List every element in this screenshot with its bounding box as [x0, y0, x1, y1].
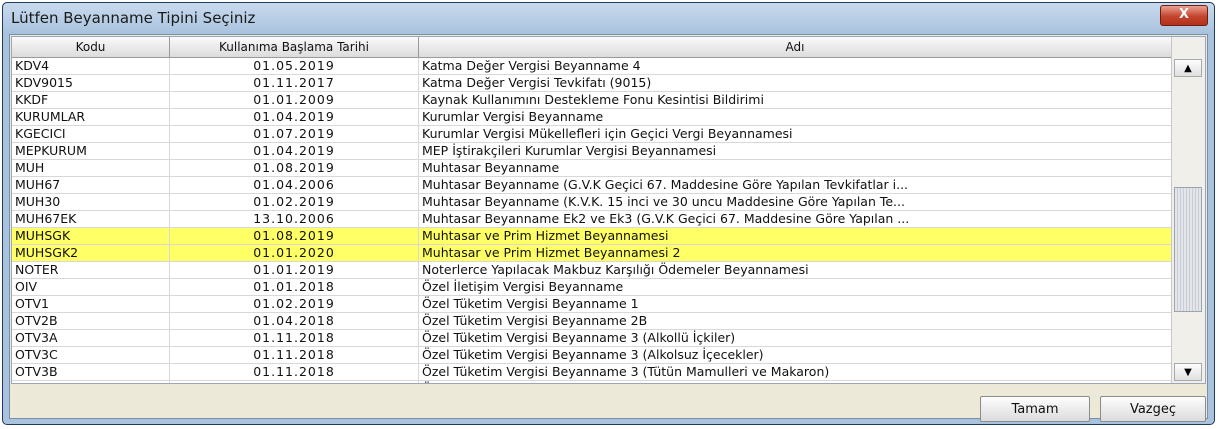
cell-start-date: 01.11.2018 [170, 330, 419, 346]
table-header: Kodu Kullanıma Başlama Tarihi Adı [12, 37, 1172, 58]
cell-code: OTV3A [12, 330, 170, 346]
cell-start-date: 01.08.2019 [170, 228, 419, 244]
scroll-down-arrow-icon[interactable]: ▼ [1174, 363, 1202, 381]
cell-code: KGECICI [12, 126, 170, 142]
cell-start-date: 01.04.2019 [170, 143, 419, 159]
table-row[interactable]: MUH67EK 13.10.2006 Muhtasar Beyanname Ek2 … [12, 211, 1172, 228]
cell-start-date: 01.11.2017 [170, 75, 419, 91]
cell-name: Kaynak Kullanımını Destekleme Fonu Kesin… [419, 92, 1172, 108]
table-row[interactable]: NOTER 01.01.2019 Noterlerce Yapılacak Makb… [12, 262, 1172, 279]
dialog-body: Kodu Kullanıma Başlama Tarihi Adı KDV4 01… [9, 34, 1208, 422]
cell-code: MUHSGK [12, 228, 170, 244]
cell-name: Katma Değer Vergisi Beyanname 4 [419, 58, 1172, 74]
cell-start-date: 01.04.2018 [170, 313, 419, 329]
declaration-table: Kodu Kullanıma Başlama Tarihi Adı KDV4 01… [11, 36, 1206, 384]
dialog-window: Lütfen Beyanname Tipini Seçiniz X Kodu K… [2, 2, 1215, 425]
cell-name: Muhtasar Beyanname [419, 160, 1172, 176]
cell-code: KKDF [12, 92, 170, 108]
cell-code: OTV3B [12, 364, 170, 380]
title-bar[interactable]: Lütfen Beyanname Tipini Seçiniz X [3, 3, 1214, 33]
table-row[interactable]: KURUMLAR 01.04.2019 Kurumlar Vergisi Beyan… [12, 109, 1172, 126]
cell-name: Özel Tüketim Vergisi Beyanname 4 [419, 381, 1172, 383]
cell-code: MEPKURUM [12, 143, 170, 159]
column-header-code[interactable]: Kodu [12, 37, 170, 57]
cell-start-date: 01.05.2019 [170, 58, 419, 74]
cell-code: KURUMLAR [12, 109, 170, 125]
cell-code: MUH67EK [12, 211, 170, 227]
table-row[interactable]: KDV9015 01.11.2017 Katma Değer Vergisi Tev… [12, 75, 1172, 92]
cell-name: Özel İletişim Vergisi Beyanname [419, 279, 1172, 295]
close-button[interactable]: X [1160, 5, 1208, 26]
cell-code: OIV [12, 279, 170, 295]
cell-start-date: 01.02.2019 [170, 194, 419, 210]
cell-code: OTV2B [12, 313, 170, 329]
cell-code: MUHSGK2 [12, 245, 170, 261]
cell-start-date: 01.11.2018 [170, 347, 419, 363]
column-header-name[interactable]: Adı [419, 37, 1172, 57]
table-row[interactable]: OTV3C 01.11.2018 Özel Tüketim Vergisi Beya… [12, 347, 1172, 364]
cell-name: Muhtasar Beyanname (G.V.K Geçici 67. Mad… [419, 177, 1172, 193]
table-row[interactable]: OTV2B 01.04.2018 Özel Tüketim Vergisi Beya… [12, 313, 1172, 330]
table-row[interactable]: MUH67 01.04.2006 Muhtasar Beyanname (G.V.K… [12, 177, 1172, 194]
table-row[interactable]: OTV401.11.2018Özel Tüketim Vergisi Beyan… [12, 381, 1172, 383]
cell-name: Muhtasar ve Prim Hizmet Beyannamesi [419, 228, 1172, 244]
cell-name: Özel Tüketim Vergisi Beyanname 3 (Alkols… [419, 347, 1172, 363]
cell-code: KDV9015 [12, 75, 170, 91]
cell-code: MUH67 [12, 177, 170, 193]
cell-code: OTV4 [12, 381, 170, 383]
cell-start-date: 01.11.2018 [170, 381, 419, 383]
cell-start-date: 01.01.2020 [170, 245, 419, 261]
cell-code: NOTER [12, 262, 170, 278]
cell-start-date: 01.07.2019 [170, 126, 419, 142]
cell-name: Özel Tüketim Vergisi Beyanname 1 [419, 296, 1172, 312]
cell-code: KDV4 [12, 58, 170, 74]
cell-name: Muhtasar Beyanname (K.V.K. 15 inci ve 30… [419, 194, 1172, 210]
cell-code: MUH30 [12, 194, 170, 210]
cell-name: MEP İştirakçileri Kurumlar Vergisi Beyan… [419, 143, 1172, 159]
table-row[interactable]: KDV4 01.05.2019 Katma Değer Vergisi Beyann… [12, 58, 1172, 75]
table-row[interactable]: MUHSGK2 01.01.2020 Muhtasar ve Prim Hizmet… [12, 245, 1172, 262]
table-row[interactable]: OTV3B 01.11.2018 Özel Tüketim Vergisi Beya… [12, 364, 1172, 381]
table-row[interactable]: OTV1 01.02.2019 Özel Tüketim Vergisi Beyan… [12, 296, 1172, 313]
cell-code: OTV3C [12, 347, 170, 363]
scrollbar-thumb[interactable] [1174, 187, 1202, 312]
table-body: KDV4 01.05.2019 Katma Değer Vergisi Beyann… [12, 58, 1172, 383]
table-row[interactable]: MUH30 01.02.2019 Muhtasar Beyanname (K.V.K… [12, 194, 1172, 211]
cell-start-date: 01.01.2009 [170, 92, 419, 108]
cell-start-date: 01.04.2019 [170, 109, 419, 125]
cell-start-date: 13.10.2006 [170, 211, 419, 227]
cell-name: Kurumlar Vergisi Mükellefleri için Geçic… [419, 126, 1172, 142]
cell-start-date: 01.01.2018 [170, 279, 419, 295]
table-row[interactable]: KGECICI 01.07.2019 Kurumlar Vergisi Mükell… [12, 126, 1172, 143]
table-row[interactable]: MEPKURUM 01.04.2019 MEP İştirakçileri Kuru… [12, 143, 1172, 160]
cell-name: Özel Tüketim Vergisi Beyanname 3 (Tütün … [419, 364, 1172, 380]
table-row[interactable]: MUH 01.08.2019 Muhtasar Beyanname [12, 160, 1172, 177]
column-header-start-date[interactable]: Kullanıma Başlama Tarihi [170, 37, 419, 57]
cell-name: Özel Tüketim Vergisi Beyanname 3 (Alkoll… [419, 330, 1172, 346]
table-row[interactable]: OTV3A 01.11.2018 Özel Tüketim Vergisi Beya… [12, 330, 1172, 347]
cell-start-date: 01.01.2019 [170, 262, 419, 278]
cell-start-date: 01.04.2006 [170, 177, 419, 193]
cell-name: Özel Tüketim Vergisi Beyanname 2B [419, 313, 1172, 329]
cell-name: Noterlerce Yapılacak Makbuz Karşılığı Öd… [419, 262, 1172, 278]
dialog-title: Lütfen Beyanname Tipini Seçiniz [11, 9, 256, 27]
close-icon: X [1178, 7, 1190, 22]
table-row[interactable]: KKDF 01.01.2009 Kaynak Kullanımını Destekl… [12, 92, 1172, 109]
cell-code: OTV1 [12, 296, 170, 312]
cell-start-date: 01.11.2018 [170, 364, 419, 380]
ok-button[interactable]: Tamam [980, 396, 1090, 422]
cancel-button[interactable]: Vazgeç [1100, 396, 1206, 422]
cell-start-date: 01.08.2019 [170, 160, 419, 176]
table-row[interactable]: MUHSGK 01.08.2019 Muhtasar ve Prim Hizmet … [12, 228, 1172, 245]
cell-start-date: 01.02.2019 [170, 296, 419, 312]
scroll-up-arrow-icon[interactable]: ▲ [1174, 59, 1202, 77]
cell-code: MUH [12, 160, 170, 176]
cell-name: Muhtasar Beyanname Ek2 ve Ek3 (G.V.K Geç… [419, 211, 1172, 227]
cell-name: Kurumlar Vergisi Beyanname [419, 109, 1172, 125]
cell-name: Katma Değer Vergisi Tevkifatı (9015) [419, 75, 1172, 91]
table-row[interactable]: OIV 01.01.2018 Özel İletişim Vergisi Beyan… [12, 279, 1172, 296]
vertical-scrollbar[interactable]: ▲ ▼ [1171, 37, 1205, 383]
cell-name: Muhtasar ve Prim Hizmet Beyannamesi 2 [419, 245, 1172, 261]
